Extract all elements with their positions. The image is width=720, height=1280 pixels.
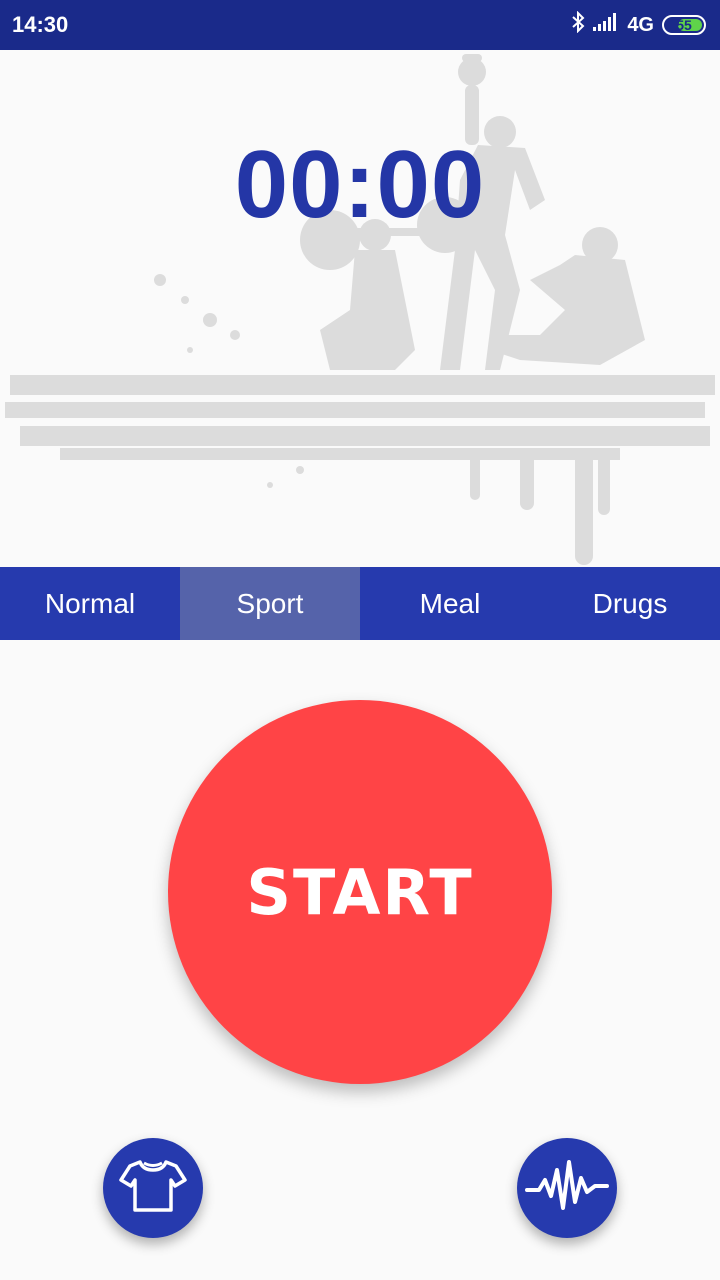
start-button[interactable]: START bbox=[168, 700, 552, 1084]
bluetooth-icon bbox=[571, 10, 585, 39]
start-button-label: START bbox=[246, 855, 474, 929]
tab-normal[interactable]: Normal bbox=[0, 567, 180, 640]
battery-level: 55 bbox=[676, 17, 692, 33]
timer-display: 00:00 bbox=[234, 131, 486, 238]
tab-meal[interactable]: Meal bbox=[360, 567, 540, 640]
status-icons: 4G 55 bbox=[571, 10, 706, 39]
pulse-button[interactable] bbox=[517, 1138, 617, 1238]
tshirt-icon bbox=[118, 1156, 188, 1221]
pulse-icon bbox=[525, 1156, 609, 1221]
tshirt-button[interactable] bbox=[103, 1138, 203, 1238]
hero-illustration: 00:00 bbox=[0, 50, 720, 567]
fitness-silhouette-image bbox=[5, 54, 715, 565]
status-bar: 14:30 4G 55 bbox=[0, 0, 720, 50]
network-type: 4G bbox=[627, 13, 654, 36]
mode-tabs: Normal Sport Meal Drugs bbox=[0, 567, 720, 640]
tab-sport[interactable]: Sport bbox=[180, 567, 360, 640]
battery-icon: 55 bbox=[662, 15, 706, 35]
signal-icon bbox=[593, 13, 619, 37]
tab-drugs[interactable]: Drugs bbox=[540, 567, 720, 640]
status-time: 14:30 bbox=[12, 12, 69, 37]
